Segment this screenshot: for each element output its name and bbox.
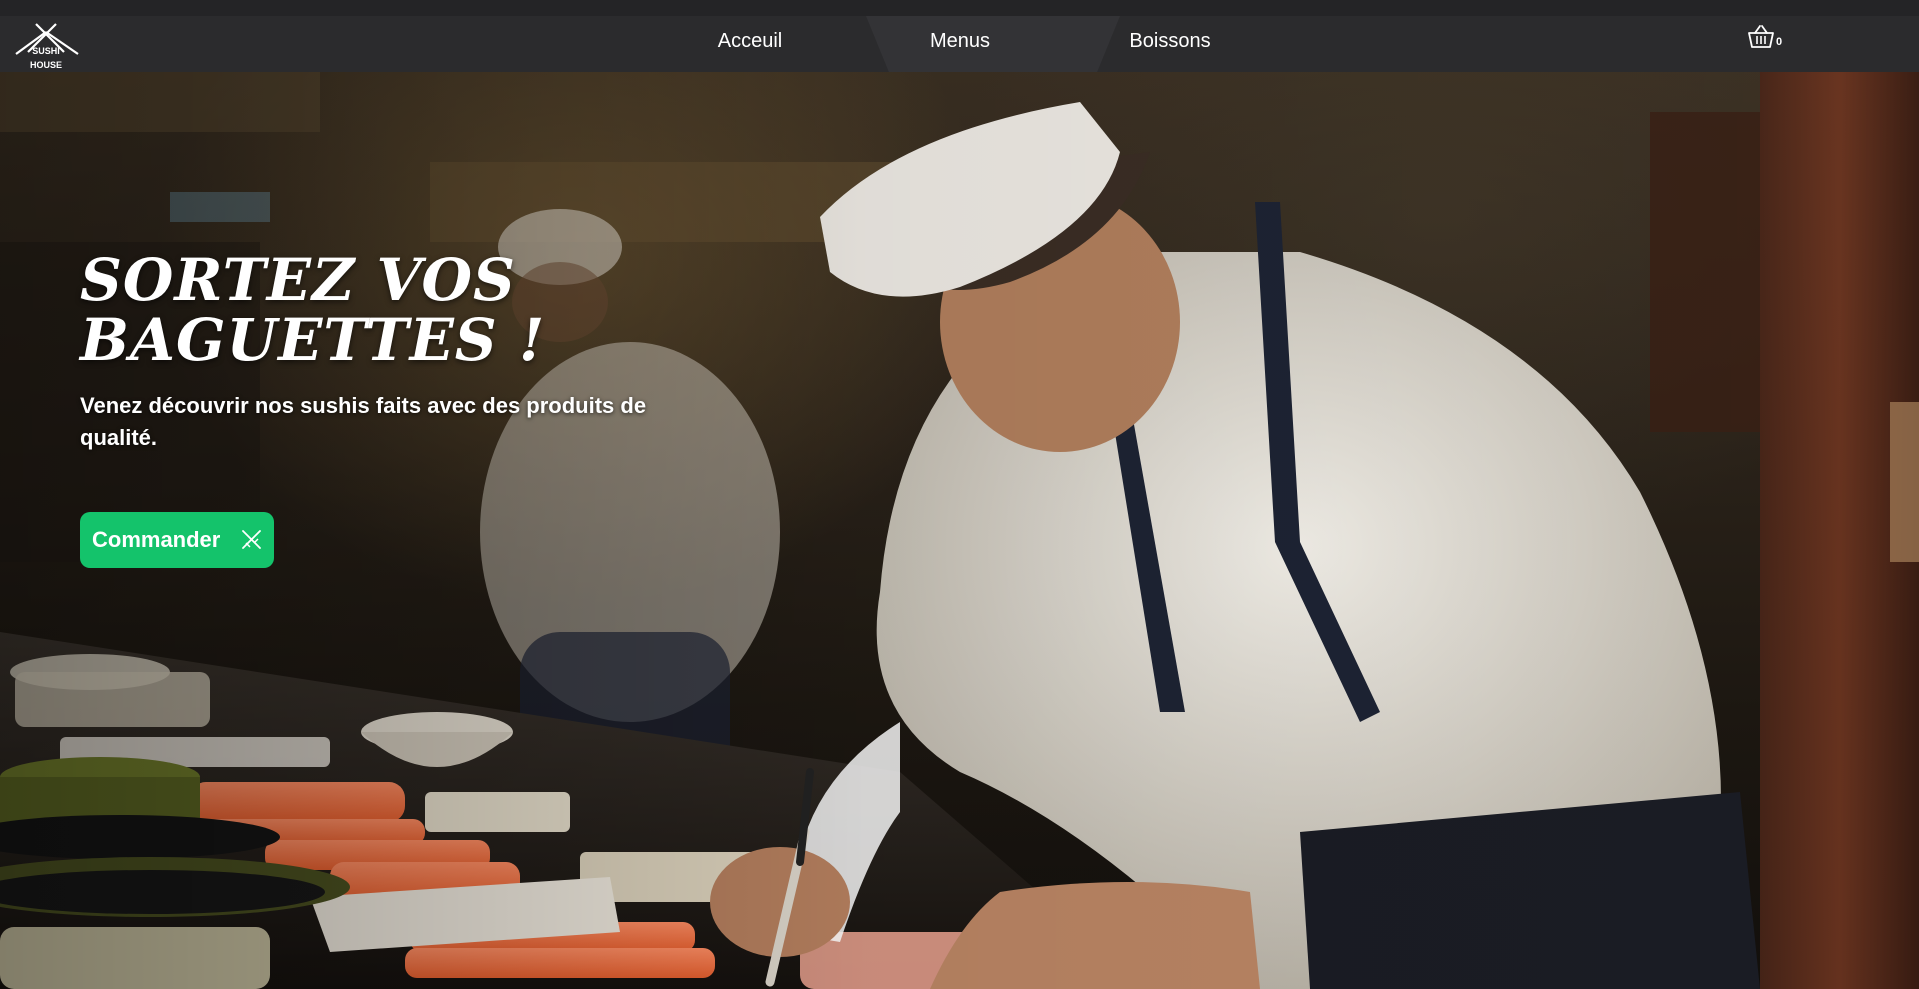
cart-count-badge: 0 <box>1776 36 1783 48</box>
nav-item-acceuil[interactable]: Acceuil <box>670 24 830 58</box>
navbar: SUSHI HOUSE Acceuil Menus Boissons 0 <box>0 0 1919 72</box>
commander-button[interactable]: Commander <box>80 512 274 568</box>
hero-subtitle: Venez découvrir nos sushis faits avec de… <box>80 393 647 450</box>
hero-section <box>0 72 1919 989</box>
nav-item-boissons[interactable]: Boissons <box>1090 24 1250 58</box>
chopsticks-icon <box>242 530 261 549</box>
basket-icon <box>1748 25 1774 48</box>
main-nav: Acceuil Menus Boissons <box>0 16 1919 72</box>
hero-title: SORTEZ VOS BAGUETTES ! <box>80 246 546 374</box>
commander-button-label: Commander <box>92 527 221 552</box>
hero-overlay <box>0 72 1919 989</box>
nav-item-menus[interactable]: Menus <box>880 24 1040 58</box>
